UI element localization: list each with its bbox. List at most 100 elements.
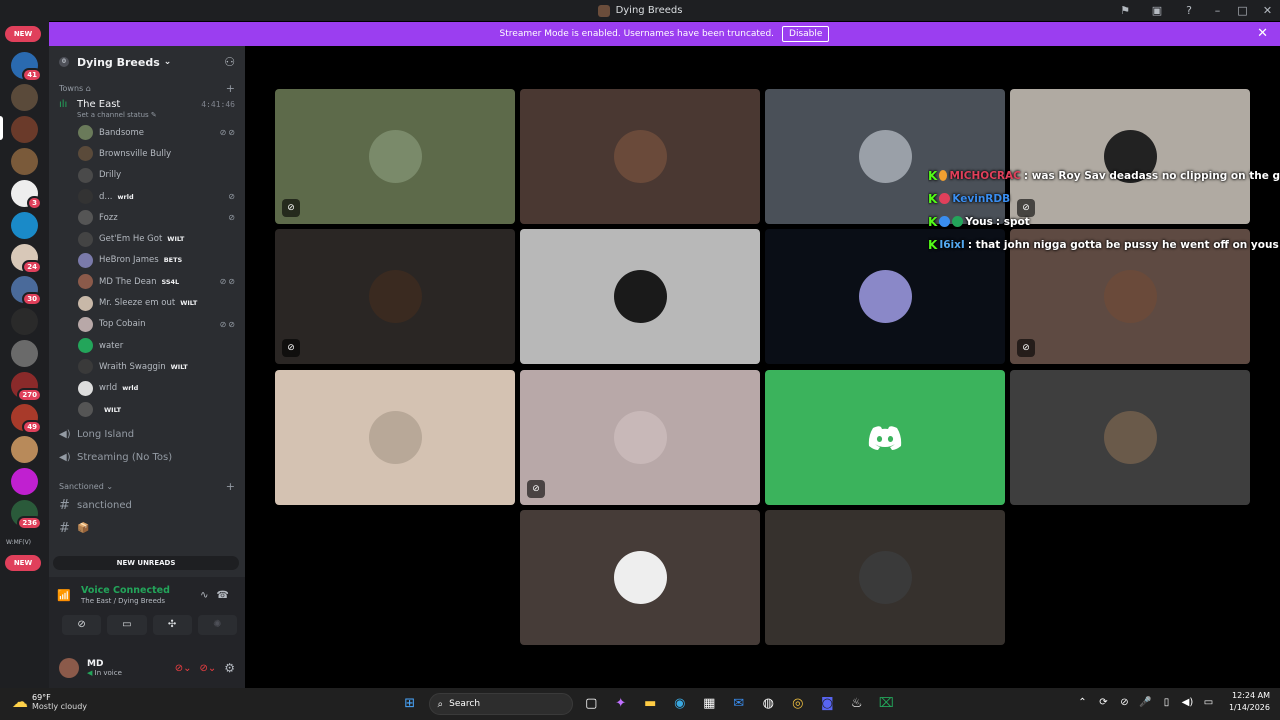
text-channel-box[interactable]: # 📦 xyxy=(49,517,245,540)
close-icon[interactable]: ✕ xyxy=(1257,26,1268,41)
voice-member[interactable]: WILT xyxy=(49,399,245,420)
avatar[interactable] xyxy=(59,658,79,678)
discord-icon[interactable]: ◙ xyxy=(813,692,843,716)
edge-icon[interactable]: ◉ xyxy=(665,692,695,716)
server-icon[interactable]: 236 xyxy=(11,500,42,530)
voice-channel-streaming[interactable]: ◀) Streaming (No Tos) xyxy=(49,449,245,466)
file-explorer-icon[interactable]: ▬ xyxy=(636,692,666,716)
copilot-icon[interactable]: ✦ xyxy=(606,692,636,716)
server-icon[interactable] xyxy=(11,436,38,463)
new-pill[interactable]: NEW xyxy=(5,555,41,571)
steam-icon[interactable]: ♨ xyxy=(842,692,872,716)
server-icon[interactable] xyxy=(11,340,38,367)
mute-mic-icon[interactable]: ⊘⌄ xyxy=(175,663,192,674)
soundboard-button[interactable]: ✺ xyxy=(197,615,237,635)
server-icon[interactable]: 24 xyxy=(11,244,42,274)
video-tile[interactable] xyxy=(1010,370,1250,505)
terminal-icon[interactable]: ⌧ xyxy=(872,692,902,716)
voice-member[interactable]: Bandsome ⊘⊘ xyxy=(49,122,245,143)
chevron-up-icon[interactable]: ⌃ xyxy=(1072,697,1093,708)
video-tile[interactable]: ⊘ xyxy=(275,229,515,364)
flag-icon[interactable]: ⚑ xyxy=(1109,4,1141,17)
clock[interactable]: 12:24 AM 1/14/2026 xyxy=(1229,690,1270,714)
signal-icon[interactable]: 📶 xyxy=(57,589,75,602)
category-towns[interactable]: Towns ⌂ + xyxy=(49,80,245,96)
server-icon[interactable] xyxy=(11,84,38,111)
volume-icon[interactable]: ◀) xyxy=(1177,697,1198,708)
server-icon[interactable] xyxy=(11,148,38,175)
voice-member[interactable]: d... wrld ⊘ xyxy=(49,186,245,207)
server-icon[interactable] xyxy=(11,468,38,495)
voice-member[interactable]: wrld wrld xyxy=(49,378,245,399)
voice-connected-subtitle[interactable]: The East / Dying Breeds xyxy=(81,597,170,605)
close-window-button[interactable]: ✕ xyxy=(1255,4,1280,17)
voice-member[interactable]: Top Cobain ⊘⊘ xyxy=(49,314,245,335)
new-unreads-pill[interactable]: NEW UNREADS xyxy=(53,556,239,570)
server-icon[interactable] xyxy=(11,212,38,239)
gear-icon[interactable]: ⚙ xyxy=(224,661,235,675)
video-tile[interactable] xyxy=(520,229,760,364)
voice-member[interactable]: HeBron James BETS xyxy=(49,250,245,271)
help-icon[interactable]: ? xyxy=(1173,4,1205,17)
server-icon[interactable] xyxy=(11,308,38,335)
inbox-icon[interactable]: ▣ xyxy=(1141,4,1173,17)
voice-member[interactable]: water xyxy=(49,335,245,356)
voice-channel-long-island[interactable]: ◀) Long Island xyxy=(49,426,245,443)
server-label[interactable]: W:MF(V) xyxy=(6,539,31,546)
weather-widget[interactable]: ☁ 69°F Mostly cloudy xyxy=(12,692,87,711)
avatar xyxy=(614,130,667,183)
server-icon[interactable]: 30 xyxy=(11,276,42,306)
microphone-icon[interactable]: 🎤 xyxy=(1135,697,1156,708)
app-icon[interactable]: ◍ xyxy=(754,692,784,716)
voice-member[interactable]: Get'Em He Got WILT xyxy=(49,228,245,249)
voice-member[interactable]: Brownsville Bully xyxy=(49,143,245,164)
voice-member[interactable]: MD The Dean SS4L ⊘⊘ xyxy=(49,271,245,292)
server-icon[interactable]: 49 xyxy=(11,404,42,434)
channel-status[interactable]: Set a channel status ✎ xyxy=(49,111,245,119)
video-tile[interactable] xyxy=(520,510,760,645)
weather-icon: ☁ xyxy=(12,692,28,711)
server-icon[interactable]: 3 xyxy=(11,180,42,210)
maximize-button[interactable]: □ xyxy=(1230,4,1255,17)
avatar xyxy=(78,231,93,247)
deafen-icon[interactable]: ⊘⌄ xyxy=(199,663,216,674)
video-tile[interactable] xyxy=(275,370,515,505)
battery-icon[interactable]: ▭ xyxy=(1198,697,1219,708)
task-view-icon[interactable]: ▢ xyxy=(577,692,607,716)
disable-button[interactable]: Disable xyxy=(782,26,830,42)
minimize-button[interactable]: – xyxy=(1205,4,1230,17)
text-channel-sanctioned[interactable]: # sanctioned xyxy=(49,494,245,517)
chrome-icon[interactable]: ◎ xyxy=(783,692,813,716)
mail-icon[interactable]: ✉ xyxy=(724,692,754,716)
server-icon[interactable]: 41 xyxy=(11,52,42,82)
activities-button[interactable]: ✣ xyxy=(152,615,192,635)
taskbar-search[interactable]: ⌕ Search xyxy=(428,693,573,715)
disconnect-icon[interactable]: ☎ xyxy=(217,590,237,601)
video-tile[interactable] xyxy=(765,370,1005,505)
video-tile[interactable] xyxy=(520,89,760,224)
server-header[interactable]: 0 Dying Breeds ⌄ ⚇ xyxy=(49,46,245,78)
store-icon[interactable]: ▦ xyxy=(695,692,725,716)
add-user-icon[interactable]: ⚇ xyxy=(224,55,235,69)
network-icon[interactable]: ▯ xyxy=(1156,697,1177,708)
category-sanctioned[interactable]: Sanctioned ⌄ + xyxy=(49,478,245,494)
voice-connected-title[interactable]: Voice Connected xyxy=(81,585,170,596)
screen-share-button[interactable]: ▭ xyxy=(107,615,147,635)
server-icon[interactable]: 270 xyxy=(11,372,42,402)
server-icon[interactable] xyxy=(11,116,38,143)
video-tile[interactable] xyxy=(765,510,1005,645)
video-tile[interactable]: ⊘ xyxy=(275,89,515,224)
voice-member[interactable]: Wraith Swaggin WILT xyxy=(49,356,245,377)
windows-start-icon[interactable]: ⊞ xyxy=(395,692,425,716)
add-channel-icon[interactable]: + xyxy=(226,480,235,493)
noise-suppression-icon[interactable]: ∿ xyxy=(200,590,216,601)
add-channel-icon[interactable]: + xyxy=(226,82,235,95)
video-tile[interactable]: ⊘ xyxy=(520,370,760,505)
camera-off-button[interactable]: ⊘ xyxy=(62,615,102,635)
new-pill[interactable]: NEW xyxy=(5,26,41,42)
voice-member[interactable]: Drilly xyxy=(49,165,245,186)
voice-member[interactable]: Fozz ⊘ xyxy=(49,207,245,228)
sync-icon[interactable]: ⟳ xyxy=(1093,697,1114,708)
voice-member[interactable]: Mr. Sleeze em out WILT xyxy=(49,292,245,313)
hidden-icon[interactable]: ⊘ xyxy=(1114,697,1135,708)
